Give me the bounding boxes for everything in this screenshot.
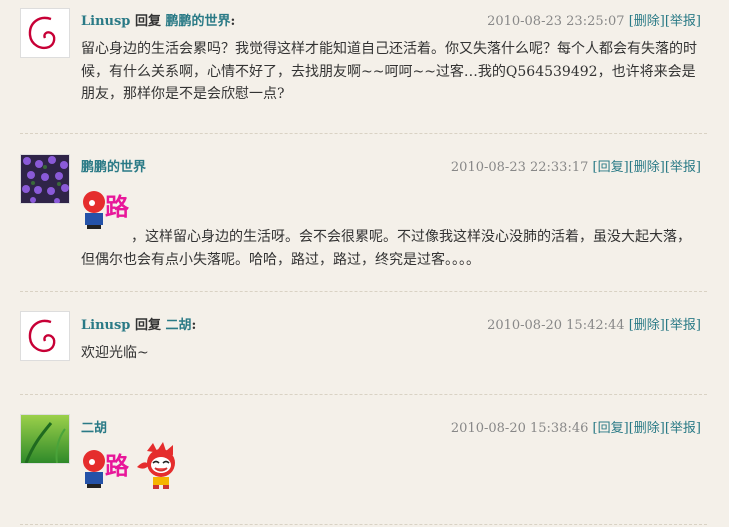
delete-link[interactable]: [删除] (629, 318, 665, 333)
comment-author-line: Linusp 回复 鹏鹏的世界: (81, 10, 235, 29)
reply-link[interactable]: [回复] (593, 421, 629, 436)
avatar-debian[interactable] (20, 311, 70, 361)
divider (20, 524, 707, 525)
colon: : (230, 14, 236, 29)
report-link[interactable]: [举报] (665, 421, 701, 436)
comment-author-line: 二胡 (81, 417, 107, 436)
comment-meta: 2010-08-20 15:38:46 [回复][删除][举报] (451, 417, 701, 436)
reply-link[interactable]: [回复] (593, 160, 629, 175)
comment-meta: 2010-08-23 22:33:17 [回复][删除][举报] (451, 156, 701, 175)
comment-text: 欢迎光临~ (81, 345, 149, 361)
report-link[interactable]: [举报] (665, 318, 701, 333)
svg-text:路: 路 (105, 452, 130, 480)
emoji-row: 路 (81, 182, 701, 232)
laughing-monster-emoji-icon (137, 442, 176, 489)
report-link[interactable]: [举报] (665, 160, 701, 175)
comment-meta: 2010-08-20 15:42:44 [删除][举报] (487, 314, 701, 333)
comment-item: Linusp 回复 二胡: 2010-08-20 15:42:44 [删除][举… (0, 291, 729, 394)
comment-meta: 2010-08-23 23:25:07 [删除][举报] (487, 10, 701, 29)
comment-body: 路 ，这样留心身边的生活呀。会不会很累呢。不过像我这样没心没肺的活着，虽没大起大… (81, 182, 701, 271)
reply-label: 回复 (134, 318, 161, 333)
timestamp: 2010-08-20 15:42:44 (487, 318, 625, 333)
avatar-debian[interactable] (20, 8, 70, 58)
delete-link[interactable]: [删除] (629, 14, 665, 29)
lu-emoji-icon: 路 (83, 450, 130, 488)
comment-text: 留心身边的生活会累吗？我觉得这样才能知道自己还活着。你又失落什么呢？每个人都会有… (81, 41, 697, 102)
comment-author-line: 鹏鹏的世界 (81, 156, 146, 175)
reply-to-link[interactable]: 鹏鹏的世界 (165, 14, 230, 29)
reply-to-link[interactable]: 二胡 (165, 318, 191, 333)
comment-text: ，这样留心身边的生活呀。会不会很累呢。不过像我这样没心没肺的活着，虽没大起大落，… (81, 229, 691, 268)
comment-item: Linusp 回复 鹏鹏的世界: 2010-08-23 23:25:07 [删除… (0, 0, 729, 133)
svg-text:路: 路 (105, 193, 130, 221)
author-link[interactable]: Linusp (81, 318, 130, 333)
reply-label: 回复 (134, 14, 161, 29)
lu-emoji-icon: 路 (83, 191, 130, 229)
author-link[interactable]: 鹏鹏的世界 (81, 160, 146, 175)
comment-body: 路 (81, 441, 701, 491)
avatar-flowers[interactable] (20, 154, 70, 204)
delete-link[interactable]: [删除] (629, 421, 665, 436)
report-link[interactable]: [举报] (665, 14, 701, 29)
author-link[interactable]: 二胡 (81, 421, 107, 436)
comment-author-line: Linusp 回复 二胡: (81, 314, 196, 333)
timestamp: 2010-08-23 22:33:17 (450, 160, 589, 175)
author-link[interactable]: Linusp (81, 14, 130, 29)
timestamp: 2010-08-23 23:25:07 (487, 14, 625, 29)
comment-item: 鹏鹏的世界 2010-08-23 22:33:17 [回复][删除][举报] 路… (0, 133, 729, 291)
delete-link[interactable]: [删除] (629, 160, 665, 175)
colon: : (191, 318, 197, 333)
timestamp: 2010-08-20 15:38:46 (450, 421, 589, 436)
avatar-leaf[interactable] (20, 414, 70, 464)
comment-item: 二胡 2010-08-20 15:38:46 [回复][删除][举报] 路 (0, 394, 729, 527)
